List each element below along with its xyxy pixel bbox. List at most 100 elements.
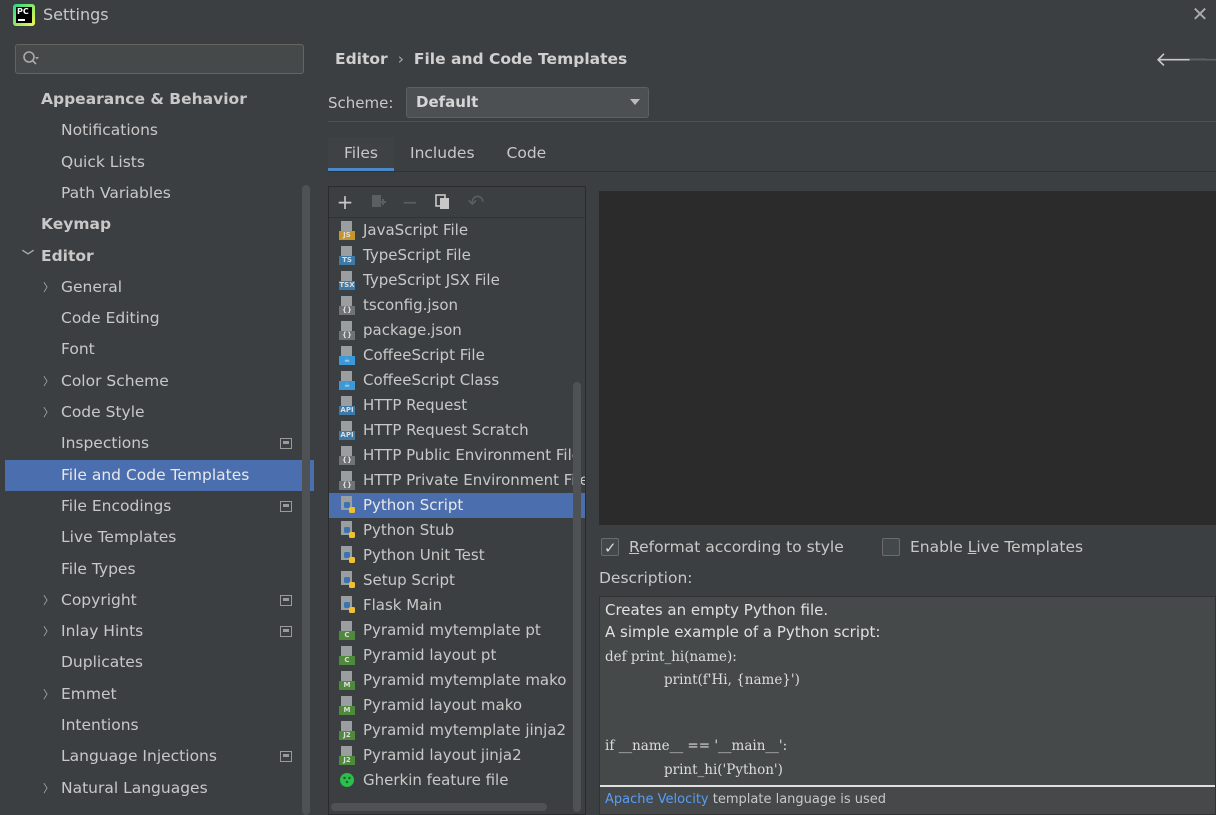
apache-velocity-link[interactable]: Apache Velocity <box>605 792 709 807</box>
chevron-down-icon[interactable]: ﹀ <box>22 241 34 272</box>
description-code-line: if __name__ == '__main__': <box>605 738 788 754</box>
sidebar-item-file-types[interactable]: File Types <box>5 554 314 585</box>
template-item-python-stub[interactable]: Python Stub <box>329 518 585 543</box>
template-item-http-request[interactable]: API HTTP Request <box>329 393 585 418</box>
scheme-dropdown[interactable]: Default <box>406 87 649 118</box>
sidebar-item-duplicates[interactable]: Duplicates <box>5 647 314 678</box>
list-vertical-scrollbar[interactable] <box>573 382 581 812</box>
chevron-right-icon[interactable]: 〉 <box>43 679 54 710</box>
arrow-right-icon[interactable]: 🡒 <box>1187 47 1216 71</box>
template-item-package-json[interactable]: {} package.json <box>329 318 585 343</box>
tab-files[interactable]: Files <box>328 137 395 171</box>
template-item-label: CoffeeScript Class <box>363 371 500 389</box>
template-item-label: Pyramid layout mako <box>363 696 523 714</box>
sidebar-item-code-editing[interactable]: Code Editing <box>5 303 314 334</box>
sidebar-item-path-variables[interactable]: Path Variables <box>5 178 314 209</box>
template-item-http-request-scratch[interactable]: API HTTP Request Scratch <box>329 418 585 443</box>
template-editor[interactable] <box>599 191 1216 525</box>
live-templates-checkbox[interactable] <box>882 538 900 556</box>
add-icon[interactable]: + <box>334 191 356 213</box>
sidebar-item-keymap[interactable]: Keymap <box>5 209 314 240</box>
remove-icon[interactable]: − <box>399 191 421 213</box>
sidebar-item-general[interactable]: 〉 General <box>5 272 314 303</box>
template-item-typescript-jsx-file[interactable]: TSX TypeScript JSX File <box>329 268 585 293</box>
sidebar-item-quick-lists[interactable]: Quick Lists <box>5 147 314 178</box>
project-scope-icon <box>280 626 292 638</box>
chevron-right-icon[interactable]: 〉 <box>43 366 54 397</box>
template-item-pyramid-layout-mako[interactable]: M Pyramid layout mako <box>329 693 585 718</box>
template-item-javascript-file[interactable]: JS JavaScript File <box>329 218 585 243</box>
file-file-icon: {} <box>339 296 355 315</box>
template-item-tsconfig-json[interactable]: {} tsconfig.json <box>329 293 585 318</box>
sidebar-item-live-templates[interactable]: Live Templates <box>5 522 314 553</box>
sidebar-item-label: Intentions <box>61 716 139 734</box>
description-code-line: print(f'Hi, {name}') <box>664 672 800 688</box>
sidebar-item-natural-languages[interactable]: 〉 Natural Languages <box>5 773 314 804</box>
template-item-label: CoffeeScript File <box>363 346 485 364</box>
file-file-icon: {} <box>339 446 355 465</box>
window-title: Settings <box>43 5 109 24</box>
sidebar-item-appearance-behavior[interactable]: Appearance & Behavior <box>5 84 314 115</box>
breadcrumb-parent[interactable]: Editor <box>335 50 388 68</box>
chevron-right-icon[interactable]: 〉 <box>43 616 54 647</box>
sidebar-item-font[interactable]: Font <box>5 334 314 365</box>
sidebar-item-emmet[interactable]: 〉 Emmet <box>5 679 314 710</box>
template-item-pyramid-layout-pt[interactable]: C Pyramid layout pt <box>329 643 585 668</box>
template-item-http-private-environment-file[interactable]: {} HTTP Private Environment File <box>329 468 585 493</box>
template-item-pyramid-layout-jinja2[interactable]: J2 Pyramid layout jinja2 <box>329 743 585 768</box>
py-file-icon <box>339 521 355 540</box>
template-item-setup-script[interactable]: Setup Script <box>329 568 585 593</box>
sidebar-item-copyright[interactable]: 〉 Copyright <box>5 585 314 616</box>
sidebar-item-code-style[interactable]: 〉 Code Style <box>5 397 314 428</box>
template-item-python-unit-test[interactable]: Python Unit Test <box>329 543 585 568</box>
sidebar-item-label: Language Injections <box>61 747 217 766</box>
template-item-label: HTTP Request <box>363 396 468 414</box>
sidebar-item-intentions[interactable]: Intentions <box>5 710 314 741</box>
template-item-coffeescript-file[interactable]: ☕ CoffeeScript File <box>329 343 585 368</box>
close-icon[interactable]: ✕ <box>1190 4 1210 24</box>
sidebar-item-editor[interactable]: ﹀ Editor <box>5 241 314 272</box>
template-item-gherkin-feature-file[interactable]: Gherkin feature file <box>329 768 585 793</box>
chevron-right-icon[interactable]: 〉 <box>43 272 54 303</box>
settings-search-box[interactable] <box>15 44 304 74</box>
copy-template-icon[interactable] <box>367 191 389 213</box>
py-file-icon <box>339 546 355 565</box>
list-toolbar: + − ↶ <box>329 187 585 218</box>
template-item-http-public-environment-file[interactable]: {} HTTP Public Environment File <box>329 443 585 468</box>
sidebar-item-file-and-code-templates[interactable]: File and Code Templates <box>5 459 314 491</box>
sidebar-item-file-encodings[interactable]: File Encodings <box>5 491 314 522</box>
py-file-icon <box>339 571 355 590</box>
sidebar-item-notifications[interactable]: Notifications <box>5 115 314 146</box>
sidebar-item-inspections[interactable]: Inspections <box>5 428 314 459</box>
template-item-typescript-file[interactable]: TS TypeScript File <box>329 243 585 268</box>
chevron-right-icon[interactable]: 〉 <box>43 585 54 616</box>
tab-includes[interactable]: Includes <box>394 137 491 171</box>
chevron-right-icon[interactable]: 〉 <box>43 773 54 804</box>
reformat-checkbox[interactable] <box>601 537 619 559</box>
project-scope-icon <box>280 438 292 450</box>
template-item-label: Python Stub <box>363 521 455 539</box>
m-file-icon: M <box>339 696 355 715</box>
reset-icon[interactable]: ↶ <box>465 191 487 213</box>
description-box: Creates an empty Python file. A simple e… <box>599 596 1216 815</box>
sidebar-item-label: File and Code Templates <box>61 465 250 484</box>
template-item-flask-main[interactable]: Flask Main <box>329 593 585 618</box>
template-item-pyramid-mytemplate-jinja2[interactable]: J2 Pyramid mytemplate jinja2 <box>329 718 585 743</box>
template-item-coffeescript-class[interactable]: ☕ CoffeeScript Class <box>329 368 585 393</box>
list-horizontal-scrollbar[interactable] <box>331 803 547 811</box>
tab-code[interactable]: Code <box>491 137 563 171</box>
template-item-python-script[interactable]: Python Script <box>329 493 585 518</box>
pycharm-logo-icon: PC <box>13 4 35 26</box>
sidebar-scrollbar[interactable] <box>302 185 310 815</box>
chevron-right-icon[interactable]: 〉 <box>43 397 54 428</box>
sidebar-item-color-scheme[interactable]: 〉 Color Scheme <box>5 366 314 397</box>
sidebar-item-label: Natural Languages <box>61 778 208 797</box>
settings-search-input[interactable] <box>46 47 296 71</box>
template-item-pyramid-mytemplate-mako[interactable]: M Pyramid mytemplate mako <box>329 668 585 693</box>
py-file-icon <box>339 496 355 515</box>
sidebar-item-inlay-hints[interactable]: 〉 Inlay Hints <box>5 616 314 647</box>
template-item-pyramid-mytemplate-pt[interactable]: C Pyramid mytemplate pt <box>329 618 585 643</box>
project-scope-icon <box>280 500 292 512</box>
sidebar-item-language-injections[interactable]: Language Injections <box>5 741 314 772</box>
duplicate-icon[interactable] <box>432 191 454 213</box>
